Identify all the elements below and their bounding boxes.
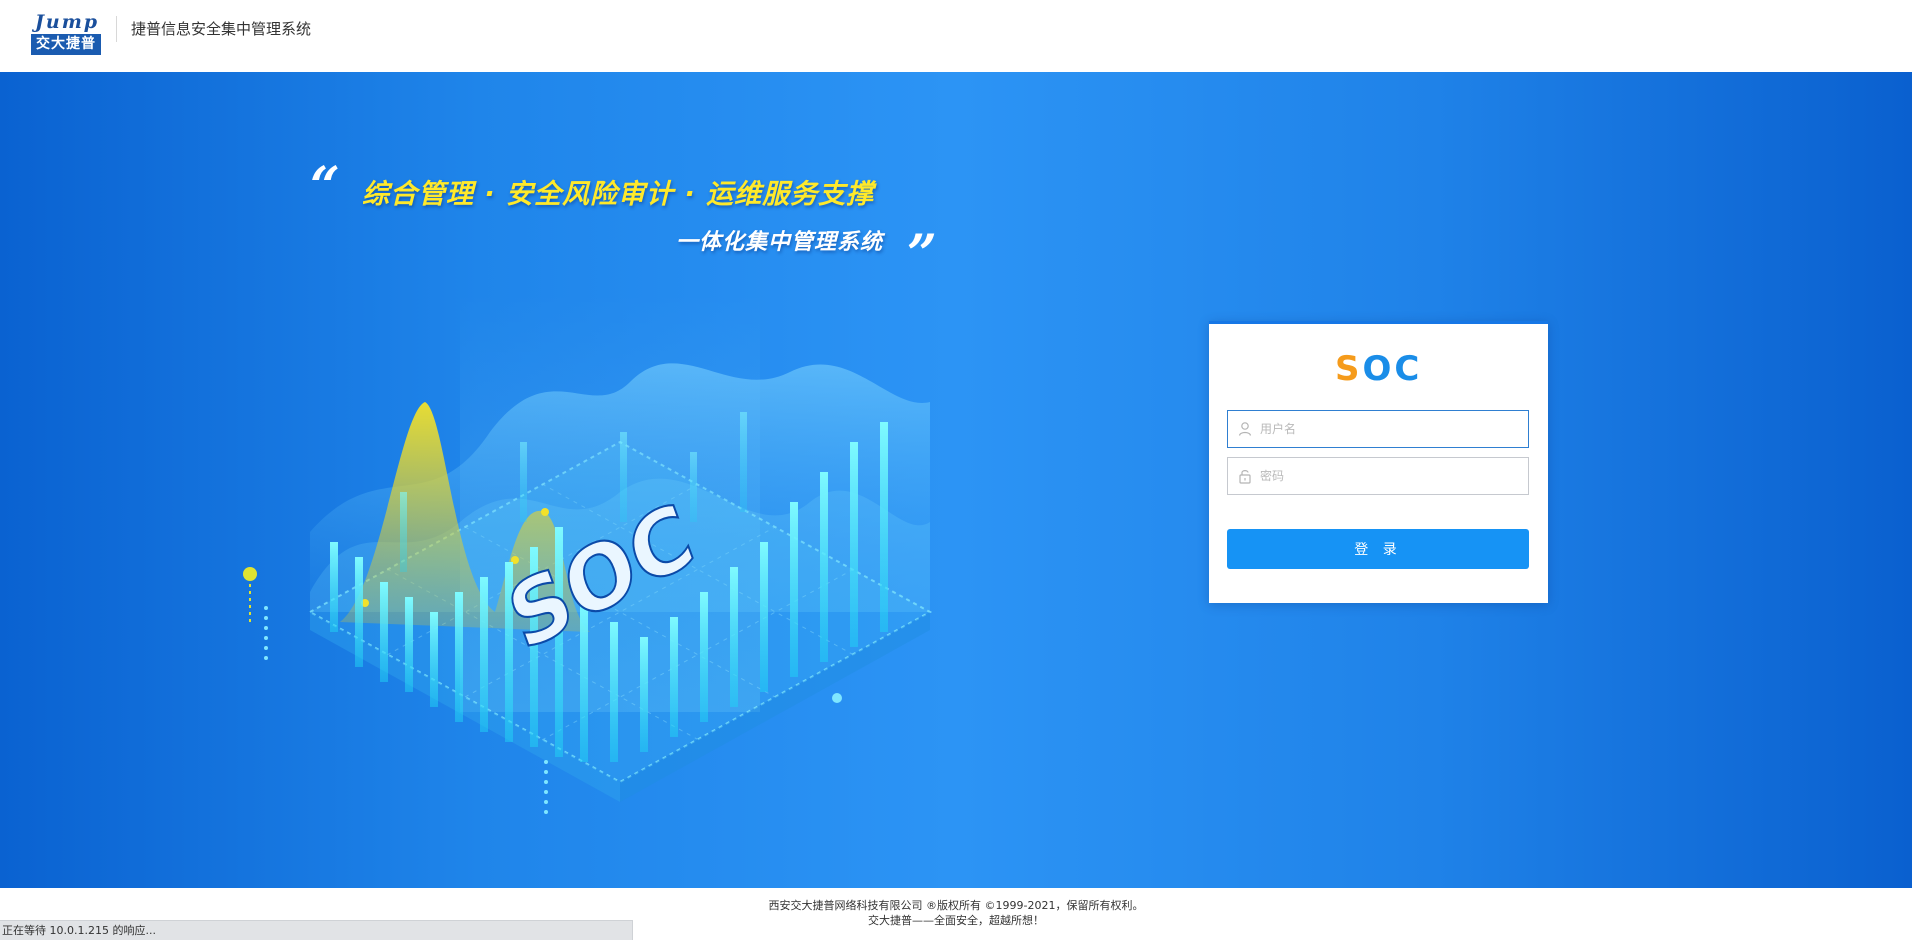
password-field[interactable] [1227,457,1529,495]
quote-open-mark: “ [310,156,340,217]
logo-wordmark: Jump [34,11,100,33]
username-field[interactable] [1227,410,1529,448]
soc-logo: SOC [1335,349,1423,389]
login-panel: SOC 登 录 [1209,321,1548,603]
logo-cn-badge: 交大捷普 [31,34,101,55]
top-header: Jump 交大捷普 捷普信息安全集中管理系统 [0,0,1912,72]
slogan-secondary: 一体化集中管理系统 [676,230,884,255]
copyright-text: 西安交大捷普网络科技有限公司 ®版权所有 ©1999-2021，保留所有权利。 [768,899,1144,912]
jump-logo: Jump 交大捷普 [30,12,102,56]
soc-data-illustration: SOC [243,292,933,814]
hero-banner: “ 综合管理 · 安全风险审计 · 运维服务支撑 一体化集中管理系统 ” SOC… [0,72,1912,888]
slogan-primary: 综合管理 · 安全风险审计 · 运维服务支撑 [362,179,875,210]
login-button[interactable]: 登 录 [1227,529,1529,569]
browser-status-bar: 正在等待 10.0.1.215 的响应... [0,920,633,940]
username-input[interactable] [1260,411,1524,447]
quote-close-mark: ” [907,224,937,285]
password-input[interactable] [1260,458,1524,494]
lock-icon [1239,470,1251,484]
user-icon [1238,422,1252,436]
header-divider [116,16,117,42]
system-title: 捷普信息安全集中管理系统 [131,20,312,38]
